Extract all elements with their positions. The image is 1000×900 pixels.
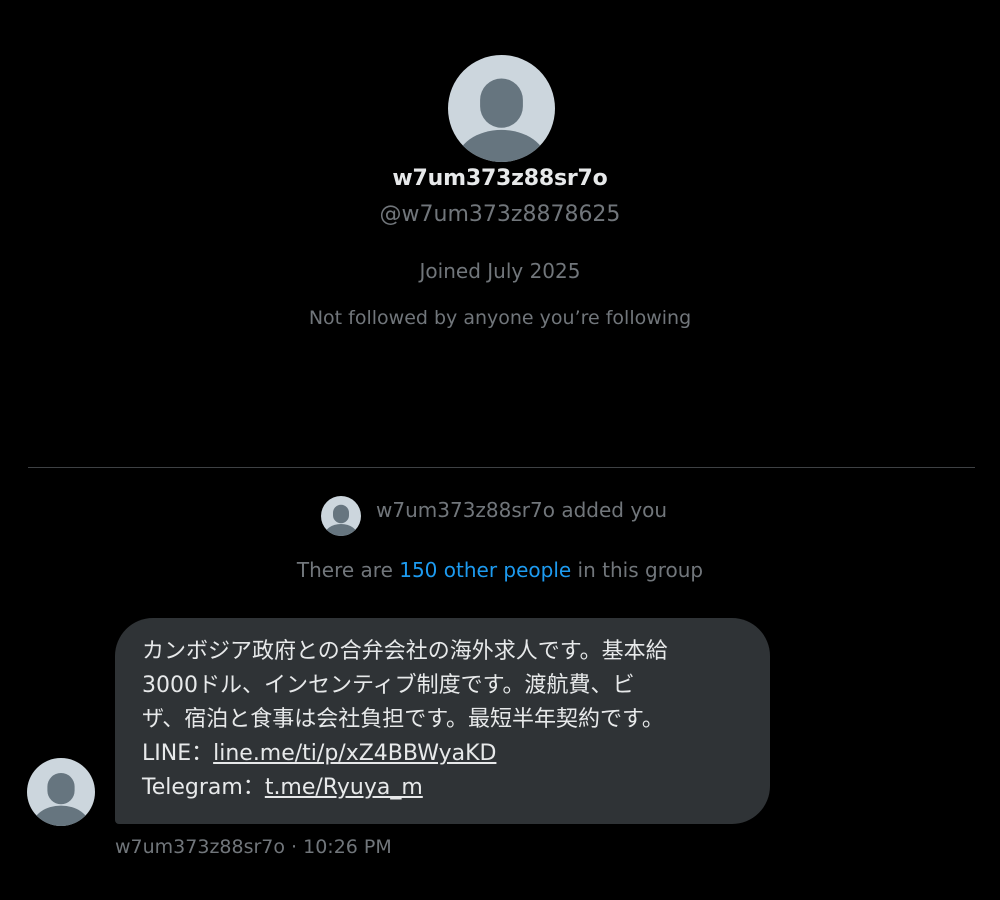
line-contact-row: LINE：line.me/ti/p/xZ4BBWyaKD [142,737,746,771]
added-you-text: w7um373z88sr7o added you [376,498,668,522]
message-sender-timestamp: w7um373z88sr7o · 10:26 PM [115,836,392,858]
other-people-link[interactable]: 150 other people [399,558,571,582]
message-text-line: カンボジア政府との合弁会社の海外求人です。基本給 [142,639,668,664]
profile-display-name[interactable]: w7um373z88sr7o [0,166,1000,191]
group-info-suffix: in this group [571,558,704,582]
line-label: LINE： [142,741,214,766]
profile-followed-status: Not followed by anyone you’re following [308,307,692,329]
profile-joined-date: Joined July 2025 [419,259,581,283]
section-divider [28,467,975,468]
telegram-link[interactable]: t.me/Ryuya_m [265,775,423,800]
default-profile-avatar-icon [324,504,358,536]
telegram-label: Telegram： [142,775,265,800]
group-added-notice: w7um373z88sr7o added you [321,496,667,536]
group-member-info: There are 150 other people in this group [0,558,1000,582]
group-info-prefix: There are [296,558,400,582]
profile-avatar[interactable] [448,55,555,162]
adder-avatar[interactable] [321,496,361,536]
message-text-line: 3000ドル、インセンティブ制度です。渡航費、ビ [142,673,635,698]
telegram-contact-row: Telegram：t.me/Ryuya_m [142,771,746,805]
message-bubble[interactable]: カンボジア政府との合弁会社の海外求人です。基本給 3000ドル、インセンティブ制… [115,618,770,824]
message-sender-avatar[interactable] [27,758,95,826]
default-profile-avatar-icon [32,772,90,826]
line-link[interactable]: line.me/ti/p/xZ4BBWyaKD [213,741,496,766]
message-text-line: ザ、宿泊と食事は会社負担です。最短半年契約です。 [142,707,664,732]
default-profile-avatar-icon [456,78,547,162]
profile-handle[interactable]: @w7um373z8878625 [0,202,1000,227]
